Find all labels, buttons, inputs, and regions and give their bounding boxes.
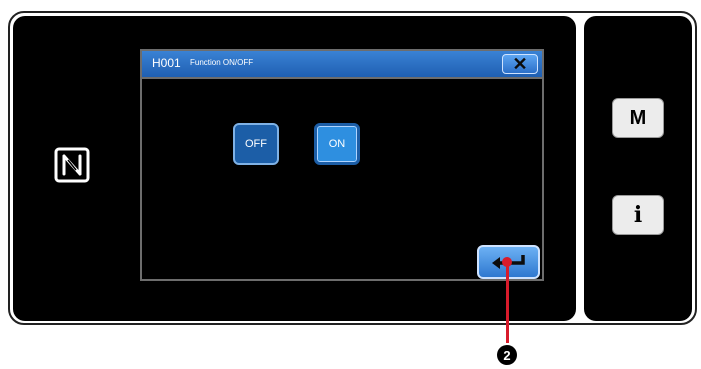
callout-line: [506, 261, 509, 343]
off-label: OFF: [245, 138, 267, 150]
dialog-title: Function ON/OFF: [190, 58, 254, 67]
side-panel: M i: [584, 16, 692, 321]
on-button[interactable]: ON: [314, 123, 360, 165]
info-button[interactable]: i: [612, 195, 664, 235]
device-frame: H001 Function ON/OFF ✕ OFF ON M i: [8, 11, 697, 325]
nfc-icon: [54, 147, 90, 183]
touch-panel: H001 Function ON/OFF ✕ OFF ON: [13, 16, 576, 321]
dialog-titlebar: H001 Function ON/OFF ✕: [142, 51, 542, 79]
off-button[interactable]: OFF: [233, 123, 279, 165]
info-label: i: [633, 202, 643, 228]
callout-marker: 2: [497, 345, 517, 365]
menu-label: M: [629, 106, 647, 129]
close-button[interactable]: ✕: [502, 54, 538, 74]
menu-button[interactable]: M: [612, 98, 664, 138]
close-icon: ✕: [512, 54, 528, 74]
dialog-code: H001: [152, 56, 181, 70]
on-label: ON: [328, 138, 346, 150]
function-dialog: H001 Function ON/OFF ✕ OFF ON: [140, 49, 544, 281]
